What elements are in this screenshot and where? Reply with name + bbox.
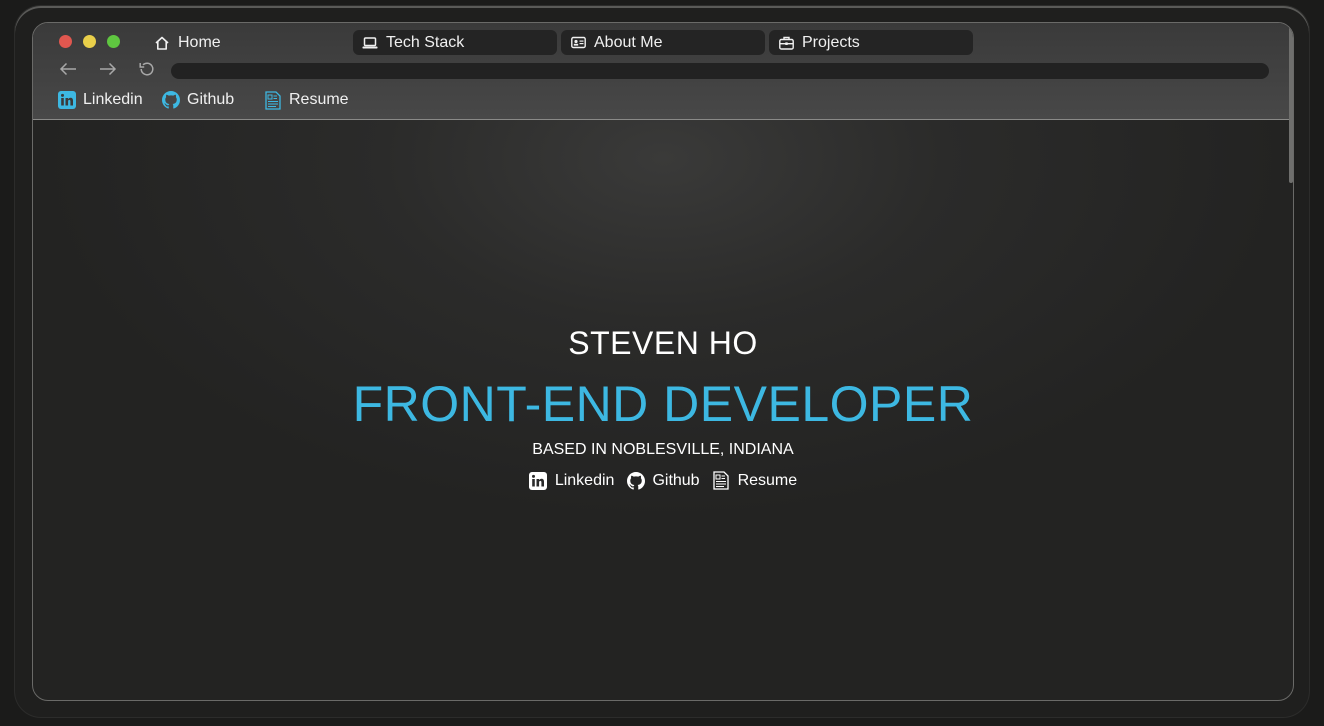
tab-label: Home: [178, 33, 221, 51]
hero-role: FRONT-END DEVELOPER: [352, 376, 974, 432]
reload-icon: [138, 60, 156, 83]
bookmark-github[interactable]: Github: [161, 89, 234, 111]
resume-icon: [263, 90, 282, 110]
hero-name: STEVEN HO: [568, 325, 758, 361]
tab-label: Tech Stack: [386, 33, 465, 51]
bookmark-label: Linkedin: [83, 91, 143, 108]
tab-home[interactable]: Home: [153, 30, 221, 55]
hero-link-label: Resume: [737, 471, 798, 489]
arrow-right-icon: [99, 62, 117, 81]
briefcase-icon: [777, 34, 795, 52]
tab-label: Projects: [802, 33, 860, 51]
tab-about-me[interactable]: About Me: [561, 30, 765, 55]
back-button[interactable]: [57, 61, 79, 81]
hero-link-label: Github: [652, 471, 700, 489]
arrow-left-icon: [59, 62, 77, 81]
github-icon: [161, 91, 180, 110]
hero-link-resume[interactable]: Resume: [712, 471, 798, 490]
bookmark-resume[interactable]: Resume: [263, 89, 349, 111]
id-card-icon: [569, 34, 587, 52]
resume-icon: [712, 471, 731, 490]
bookmark-label: Github: [187, 91, 235, 108]
bookmark-label: Resume: [289, 91, 349, 108]
tab-tech-stack[interactable]: Tech Stack: [353, 30, 557, 55]
hero-section: STEVEN HO FRONT-END DEVELOPER BASED IN N…: [33, 119, 1293, 700]
linkedin-icon: [57, 91, 76, 110]
minimize-window-button[interactable]: [83, 35, 96, 48]
home-icon: [153, 34, 171, 52]
laptop-icon: [361, 34, 379, 52]
hero-link-linkedin[interactable]: Linkedin: [529, 471, 615, 490]
browser-window: Home Tech Stack About Me Projects Linked…: [32, 22, 1294, 701]
browser-chrome: Home Tech Stack About Me Projects Linked…: [33, 23, 1293, 120]
hero-links: Linkedin Github Resume: [33, 471, 1293, 490]
tab-projects[interactable]: Projects: [769, 30, 973, 55]
github-icon: [626, 471, 645, 490]
address-bar[interactable]: [171, 63, 1269, 79]
reload-button[interactable]: [136, 61, 158, 81]
hero-location: BASED IN NOBLESVILLE, INDIANA: [532, 441, 794, 458]
maximize-window-button[interactable]: [107, 35, 120, 48]
forward-button[interactable]: [97, 61, 119, 81]
hero-link-label: Linkedin: [554, 471, 615, 489]
close-window-button[interactable]: [59, 35, 72, 48]
bookmark-linkedin[interactable]: Linkedin: [57, 89, 143, 111]
linkedin-icon: [529, 471, 548, 490]
tab-label: About Me: [594, 33, 663, 51]
hero-link-github[interactable]: Github: [626, 471, 700, 490]
